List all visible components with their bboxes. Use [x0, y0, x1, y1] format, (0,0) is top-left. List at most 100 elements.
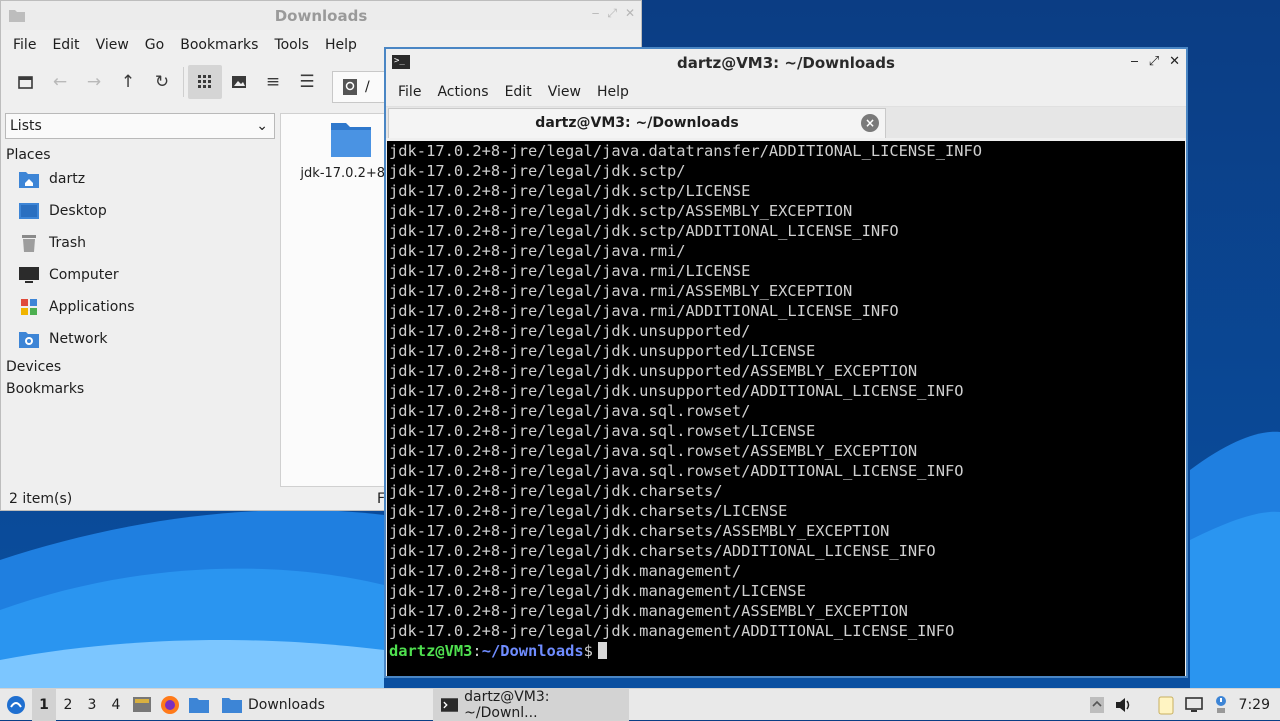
taskbar: 1 2 3 4 Downloads dartz@VM3: ~/Downl... … [0, 688, 1280, 721]
terminal-icon: >_ [392, 55, 410, 69]
terminal-output-line: jdk-17.0.2+8-jre/legal/jdk.sctp/ADDITION… [389, 222, 899, 240]
terminal-prompt[interactable]: dartz@VM3:~/Downloads$ [389, 641, 1185, 661]
menu-edit[interactable]: Edit [497, 84, 540, 100]
menu-bookmarks[interactable]: Bookmarks [172, 37, 266, 53]
menu-view[interactable]: View [540, 84, 589, 100]
side-pane-mode-select[interactable]: Lists ⌄ [5, 113, 275, 139]
workspace-1[interactable]: 1 [32, 688, 56, 721]
terminal-output-line: jdk-17.0.2+8-jre/legal/jdk.unsupported/A… [389, 362, 918, 380]
place-label: dartz [49, 171, 86, 187]
terminal-output-line: jdk-17.0.2+8-jre/legal/jdk.unsupported/ [389, 322, 751, 340]
up-arrow-icon[interactable]: ↑ [111, 65, 145, 99]
clock[interactable]: 7:29 [1239, 697, 1270, 713]
close-icon[interactable]: ✕ [625, 6, 635, 21]
detailed-list-view-icon[interactable]: ☰ [290, 65, 324, 99]
file-manager-titlebar[interactable]: Downloads ‒ ⤢ ✕ [1, 1, 641, 30]
place-trash[interactable]: Trash [5, 227, 275, 259]
terminal-output-line: jdk-17.0.2+8-jre/legal/java.datatransfer… [389, 142, 983, 160]
terminal-output-line: jdk-17.0.2+8-jre/legal/jdk.sctp/ [389, 162, 686, 180]
terminal-output-line: jdk-17.0.2+8-jre/legal/jdk.unsupported/A… [389, 382, 964, 400]
place-network[interactable]: Network [5, 323, 275, 355]
menu-file[interactable]: File [390, 84, 429, 100]
terminal-output-line: jdk-17.0.2+8-jre/legal/java.rmi/ADDITION… [389, 302, 899, 320]
terminal-tabbar: dartz@VM3: ~/Downloads × [386, 107, 1186, 138]
workspace-4[interactable]: 4 [104, 689, 128, 721]
icon-view-icon[interactable] [188, 65, 222, 99]
terminal-output-line: jdk-17.0.2+8-jre/legal/jdk.management/LI… [389, 582, 806, 600]
chevron-down-icon: ⌄ [256, 118, 268, 134]
place-computer[interactable]: Computer [5, 259, 275, 291]
new-tab-icon[interactable] [9, 65, 43, 99]
terminal-tab[interactable]: dartz@VM3: ~/Downloads × [388, 108, 886, 138]
show-desktop-button[interactable] [128, 689, 156, 721]
menu-actions[interactable]: Actions [429, 84, 496, 100]
place-label: Desktop [49, 203, 107, 219]
lubuntu-logo-icon [7, 695, 25, 714]
toolbar-divider [183, 67, 184, 97]
close-tab-icon[interactable]: × [861, 114, 879, 132]
path-text: / [365, 79, 370, 95]
menu-tools[interactable]: Tools [266, 37, 317, 53]
clipboard-icon[interactable] [1157, 695, 1175, 715]
thumbnail-view-icon[interactable] [222, 65, 256, 99]
minimize-icon[interactable]: ‒ [592, 6, 600, 21]
minimize-icon[interactable]: ‒ [1130, 54, 1138, 69]
system-tray: 7:29 [1089, 689, 1280, 721]
window-title: Downloads [274, 6, 368, 25]
maximize-icon[interactable]: ⤢ [1149, 54, 1159, 69]
computer-icon [19, 267, 39, 283]
file-manager-launcher[interactable] [184, 689, 214, 721]
task-file-manager[interactable]: Downloads [214, 689, 333, 721]
reload-icon[interactable]: ↻ [145, 65, 179, 99]
firefox-launcher[interactable] [156, 689, 184, 721]
folder-icon [222, 697, 242, 713]
terminal-output-line: jdk-17.0.2+8-jre/legal/jdk.charsets/ASSE… [389, 522, 890, 540]
home-folder-icon [19, 172, 39, 188]
terminal-output-line: jdk-17.0.2+8-jre/legal/java.rmi/ [389, 242, 686, 260]
place-desktop[interactable]: Desktop [5, 195, 275, 227]
search-icon [343, 79, 357, 95]
desktop-icon [19, 203, 39, 219]
menu-help[interactable]: Help [589, 84, 637, 100]
terminal-titlebar[interactable]: >_ dartz@VM3: ~/Downloads ‒ ⤢ ✕ [386, 49, 1186, 77]
forward-arrow-icon[interactable]: → [77, 65, 111, 99]
menu-view[interactable]: View [88, 37, 137, 53]
status-item-count: 2 item(s) [9, 491, 73, 507]
place-dartz[interactable]: dartz [5, 163, 275, 195]
volume-icon[interactable] [1115, 697, 1133, 713]
menu-file[interactable]: File [5, 37, 44, 53]
workspace-3[interactable]: 3 [80, 689, 104, 721]
places-header[interactable]: Places [5, 139, 275, 163]
place-applications[interactable]: Applications [5, 291, 275, 323]
prompt-path: ~/Downloads [481, 642, 584, 660]
update-notifier-icon[interactable] [1089, 696, 1105, 714]
place-label: Applications [49, 299, 135, 315]
network-icon [19, 332, 39, 348]
workspace-2[interactable]: 2 [56, 689, 80, 721]
side-pane-mode-label: Lists [10, 118, 42, 134]
folder-icon [9, 10, 25, 22]
terminal-screen[interactable]: jdk-17.0.2+8-jre/legal/java.datatransfer… [387, 141, 1185, 676]
menu-edit[interactable]: Edit [44, 37, 87, 53]
terminal-output-line: jdk-17.0.2+8-jre/legal/java.sql.rowset/ [389, 402, 751, 420]
start-menu-button[interactable] [0, 689, 32, 721]
place-label: Trash [49, 235, 86, 251]
prompt-user: dartz@VM3 [389, 642, 473, 660]
terminal-output-line: jdk-17.0.2+8-jre/legal/java.sql.rowset/A… [389, 462, 964, 480]
bookmarks-header[interactable]: Bookmarks [5, 375, 275, 397]
terminal-output-line: jdk-17.0.2+8-jre/legal/jdk.charsets/ADDI… [389, 542, 936, 560]
notification-icon[interactable] [1213, 695, 1229, 715]
menu-go[interactable]: Go [137, 37, 172, 53]
network-status-icon[interactable] [1184, 697, 1203, 713]
close-icon[interactable]: ✕ [1169, 54, 1180, 69]
compact-view-icon[interactable]: ≡ [256, 65, 290, 99]
terminal-output-line: jdk-17.0.2+8-jre/legal/jdk.unsupported/L… [389, 342, 816, 360]
terminal-icon [440, 697, 459, 712]
show-desktop-icon [133, 696, 151, 712]
task-terminal[interactable]: dartz@VM3: ~/Downl... [432, 688, 629, 721]
maximize-icon[interactable]: ⤢ [607, 6, 617, 21]
devices-header[interactable]: Devices [5, 355, 275, 375]
back-arrow-icon[interactable]: ← [43, 65, 77, 99]
menu-help[interactable]: Help [317, 37, 365, 53]
applications-icon [21, 299, 37, 315]
